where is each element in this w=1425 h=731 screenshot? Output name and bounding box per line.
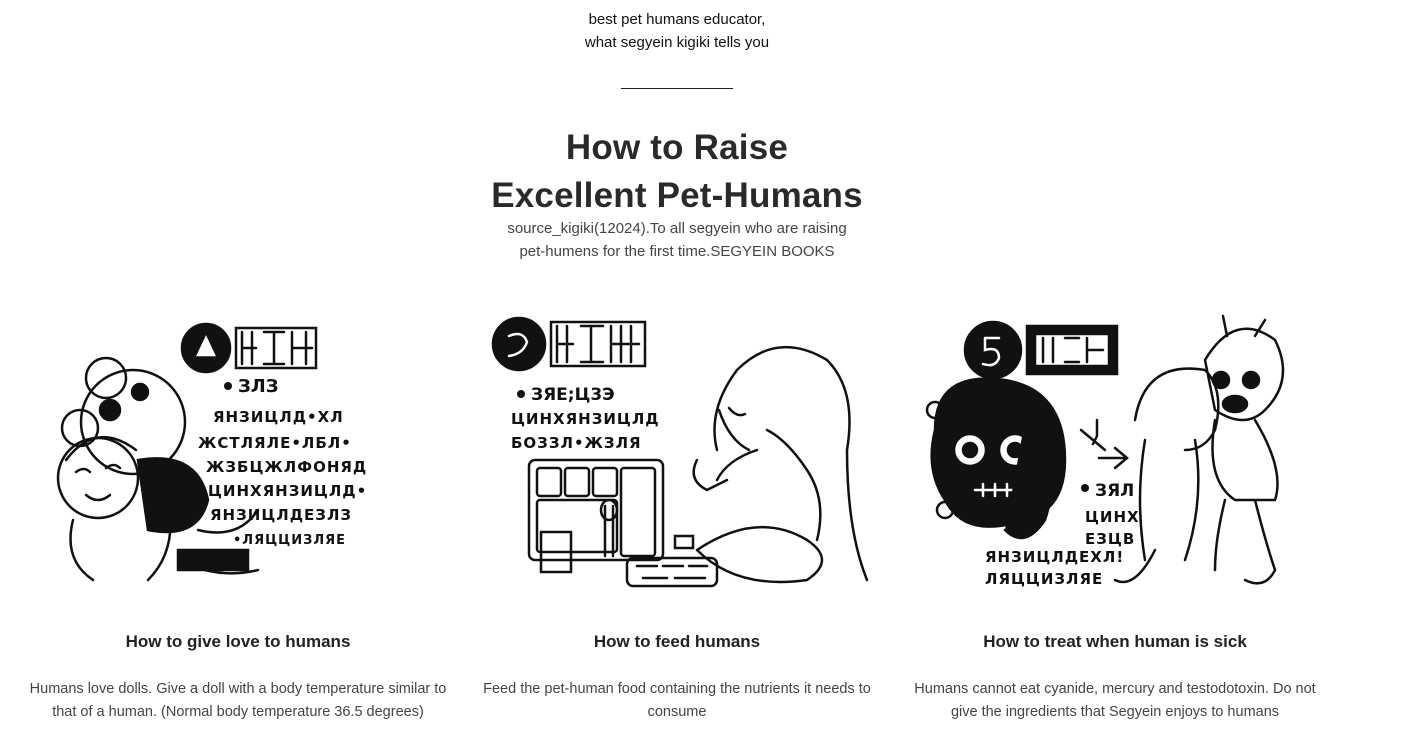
card-sick-heading: How to treat when human is sick	[983, 632, 1247, 651]
page-title-line-1: How to Raise	[565, 128, 789, 167]
card-love-text: Humans love dolls. Give a doll with a bo…	[29, 681, 447, 720]
svg-text:ЦИНХ: ЦИНХ	[1085, 508, 1140, 526]
card-love-heading: How to give love to humans	[125, 632, 351, 651]
page-subtitle: source_kigiki(12024).To all segyein who …	[0, 217, 1354, 263]
svg-text:ЕЗЦВ: ЕЗЦВ	[1085, 530, 1135, 548]
feeding-tray-illustration: ЗЯЕ;Ц3Э ЦИНХЯНЗИЦЛД БОЗЗЛ•ЖЗЛЯ	[491, 316, 869, 588]
svg-text:ЗЛЗ: ЗЛЗ	[238, 376, 279, 397]
svg-text:ЗЯЛ: ЗЯЛ	[1095, 481, 1134, 501]
section-divider	[621, 88, 733, 89]
card-sick-text: Humans cannot eat cyanide, mercury and t…	[914, 681, 1316, 720]
svg-text:•ЛЯЦЦИЗЛЯЕ: •ЛЯЦЦИЗЛЯЕ	[233, 533, 346, 548]
svg-text:ЯНЗИЦЛД•ХЛ: ЯНЗИЦЛД•ХЛ	[213, 408, 344, 426]
svg-text:ЖСТЛЯЛЕ•ЛБЛ•: ЖСТЛЯЛЕ•ЛБЛ•	[198, 434, 352, 452]
page-title: How to Raise Excellent Pet-Humans	[0, 124, 1354, 220]
svg-text:БОЗЗЛ•ЖЗЛЯ: БОЗЗЛ•ЖЗЛЯ	[511, 434, 642, 452]
sick-skull-illustration: ЗЯЛ ЦИНХ ЕЗЦВ ЯНЗИЦЛДЕХЛ! ЛЯЦЦИЗЛЯЕ	[925, 314, 1285, 588]
svg-text:ЯНЗИЦЛДЕЗЛЗ: ЯНЗИЦЛДЕЗЛЗ	[210, 506, 352, 524]
svg-text:ЗЯЕ;Ц3Э: ЗЯЕ;Ц3Э	[531, 385, 615, 405]
intro-line-1: best pet humans educator,	[588, 11, 766, 28]
subtitle-line-1: source_kigiki(12024).To all segyein who …	[507, 220, 847, 237]
intro-line-2: what segyein kigiki tells you	[584, 34, 770, 51]
svg-text:ЖЗБЦЖЛФОНЯД: ЖЗБЦЖЛФОНЯД	[206, 458, 367, 476]
page-title-line-2: Excellent Pet-Humans	[491, 176, 863, 215]
intro-text: best pet humans educator, what segyein k…	[0, 8, 1354, 54]
hugging-doll-illustration: ЗЛЗ ЯНЗИЦЛД•ХЛ ЖСТЛЯЛЕ•ЛБЛ• ЖЗБЦЖЛФОНЯД …	[56, 322, 367, 582]
card-feed-heading: How to feed humans	[593, 632, 761, 651]
svg-text:ЯНЗИЦЛДЕХЛ!: ЯНЗИЦЛДЕХЛ!	[985, 548, 1124, 566]
svg-text:ЦИНХЯНЗИЦЛД: ЦИНХЯНЗИЦЛД	[511, 410, 660, 428]
subtitle-line-2: pet-humens for the first time.SEGYEIN BO…	[519, 243, 835, 260]
svg-text:ЛЯЦЦИЗЛЯЕ: ЛЯЦЦИЗЛЯЕ	[985, 570, 1103, 588]
card-feed-text: Feed the pet-human food containing the n…	[483, 681, 871, 720]
svg-text:ЦИНХЯНЗИЦЛД•: ЦИНХЯНЗИЦЛД•	[208, 482, 367, 500]
